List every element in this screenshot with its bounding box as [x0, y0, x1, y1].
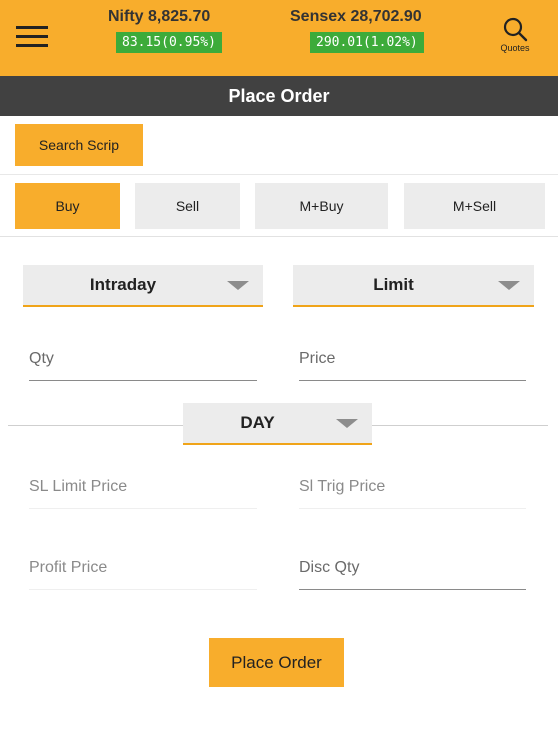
order-type-value: Limit: [373, 275, 414, 294]
place-order-button[interactable]: Place Order: [209, 638, 344, 687]
caret-down-icon: [498, 281, 520, 290]
sl-trig-price-input[interactable]: [299, 470, 526, 508]
price-field[interactable]: [299, 342, 526, 381]
disc-qty-input[interactable]: [299, 551, 526, 589]
top-bar: Nifty 8,825.70 83.15(0.95%) Sensex 28,70…: [0, 0, 558, 76]
sensex-change-badge: 290.01(1.02%): [310, 32, 424, 53]
tab-m-buy[interactable]: M+Buy: [255, 183, 388, 229]
caret-down-icon: [336, 419, 358, 428]
divider: [0, 174, 558, 175]
nifty-title: Nifty 8,825.70: [108, 8, 211, 25]
sl-limit-price-field[interactable]: [29, 470, 257, 509]
profit-price-field[interactable]: [29, 551, 257, 590]
price-input[interactable]: [299, 342, 526, 380]
divider: [372, 425, 548, 426]
caret-down-icon: [227, 281, 249, 290]
sensex-ticker[interactable]: Sensex 28,702.90 290.01(1.02%): [290, 8, 424, 53]
product-type-dropdown[interactable]: Intraday: [23, 265, 263, 307]
tab-buy[interactable]: Buy: [15, 183, 120, 229]
menu-line: [16, 44, 48, 47]
disc-qty-field[interactable]: [299, 551, 526, 590]
menu-line: [16, 26, 48, 29]
profit-price-input[interactable]: [29, 551, 257, 589]
divider: [8, 425, 183, 426]
validity-value: DAY: [240, 413, 275, 432]
tab-m-sell[interactable]: M+Sell: [404, 183, 545, 229]
tab-sell[interactable]: Sell: [135, 183, 240, 229]
search-icon: [503, 17, 528, 42]
quotes-button[interactable]: Quotes: [490, 16, 540, 53]
nifty-ticker[interactable]: Nifty 8,825.70 83.15(0.95%): [108, 8, 222, 53]
sensex-title: Sensex 28,702.90: [290, 8, 422, 25]
quotes-label: Quotes: [500, 43, 530, 53]
sl-trig-price-field[interactable]: [299, 470, 526, 509]
hamburger-menu-icon[interactable]: [16, 24, 48, 48]
qty-field[interactable]: [29, 342, 257, 381]
qty-input[interactable]: [29, 342, 257, 380]
validity-dropdown[interactable]: DAY: [183, 403, 372, 445]
search-scrip-button[interactable]: Search Scrip: [15, 124, 143, 166]
menu-line: [16, 35, 48, 38]
divider: [0, 236, 558, 237]
product-type-value: Intraday: [89, 275, 157, 294]
sl-limit-price-input[interactable]: [29, 470, 257, 508]
page-title: Place Order: [0, 76, 558, 116]
nifty-change-badge: 83.15(0.95%): [116, 32, 222, 53]
order-type-dropdown[interactable]: Limit: [293, 265, 534, 307]
